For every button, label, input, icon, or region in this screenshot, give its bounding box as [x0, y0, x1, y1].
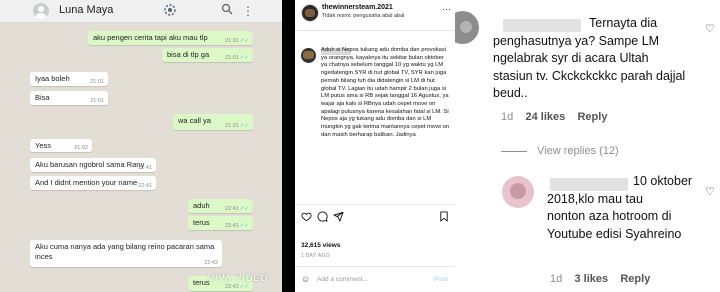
post-actions	[300, 211, 450, 223]
post-views[interactable]: 32,615 views	[301, 242, 340, 249]
share-icon[interactable]	[333, 211, 344, 226]
message-out[interactable]: terus 22:41✓✓	[188, 216, 253, 230]
view-replies-button[interactable]: View replies (12)	[501, 145, 619, 157]
post-comment-button[interactable]: Post	[434, 276, 448, 283]
commenter-avatar[interactable]	[502, 176, 534, 208]
message-in[interactable]: Aku barusan ngobrol sama Rany 22:41	[30, 158, 156, 172]
post-subtitle: Tidak resmi: pengusaha abal abal	[322, 13, 405, 19]
message-out[interactable]: aduh 22:41✓✓	[188, 199, 253, 213]
post-sidebar: thewinnersteam.2021 Tidak resmi: pengusa…	[295, 0, 455, 292]
viva-video-watermark: VIVA.VIDEO	[208, 273, 269, 283]
caption-avatar[interactable]	[301, 48, 316, 63]
heart-icon[interactable]: ♡	[705, 185, 715, 198]
message-in[interactable]: Bisa 21:01	[30, 91, 108, 105]
comments-panel: Ternayta dia penghasutnya ya? Sampe LM n…	[455, 0, 720, 292]
status-icon[interactable]	[162, 3, 178, 19]
comment-meta: 1d 24 likes Reply	[501, 111, 608, 123]
message-out[interactable]: wa call ya 21:01✓✓	[173, 114, 253, 130]
commenter-avatar[interactable]	[455, 11, 479, 44]
comment-text: 10 oktober 2018,klo mau tau nonton aza h…	[547, 174, 693, 241]
chat-header: Luna Maya ⋮	[0, 0, 282, 23]
post-time: 1 DAY AGO	[301, 253, 330, 259]
profile-avatar[interactable]	[301, 4, 319, 22]
message-out[interactable]: bisa di tlp ga 21:01✓✓	[162, 48, 253, 62]
instagram-post-panel: thewinnersteam.2021 Tidak resmi: pengusa…	[282, 0, 455, 292]
comment-text: Ternayta dia penghasutnya ya? Sampe LM n…	[493, 16, 686, 100]
search-icon[interactable]	[219, 3, 235, 19]
menu-icon[interactable]: ⋮	[240, 3, 256, 19]
comment-likes[interactable]: 3 likes	[574, 273, 608, 285]
more-options-icon[interactable]: ···	[442, 4, 451, 14]
message-in[interactable]: And I didnt mention your name 22:41	[30, 176, 156, 190]
heart-icon[interactable]	[301, 211, 312, 226]
heart-icon[interactable]: ♡	[705, 22, 715, 35]
comment-likes[interactable]: 24 likes	[525, 111, 565, 123]
comment-meta: 1d 3 likes Reply	[550, 273, 651, 285]
dark-margin	[282, 0, 295, 292]
contact-name[interactable]: Luna Maya	[59, 4, 113, 16]
message-in[interactable]: Aku cuma nanya ada yang bilang reino pac…	[30, 240, 222, 267]
bookmark-icon[interactable]	[439, 211, 449, 226]
contact-avatar[interactable]	[33, 3, 49, 19]
message-in[interactable]: Iyaa boleh 21:01	[30, 72, 108, 86]
emoji-icon[interactable]: ☺	[301, 274, 310, 284]
message-in[interactable]: Yess 21:02	[30, 139, 92, 152]
whatsapp-chat-panel: Luna Maya ⋮ aku pengen cerita tapi aku m…	[0, 0, 282, 292]
add-comment-input[interactable]: Add a comment...	[317, 276, 368, 283]
message-out[interactable]: aku pengen cerita tapi aku mau tlp 21:01…	[88, 31, 253, 45]
post-username[interactable]: thewinnersteam.2021	[322, 4, 393, 11]
comment-icon[interactable]	[317, 211, 328, 226]
post-caption: Aduh si Nepos tukang adu domba dan provo…	[321, 47, 451, 138]
reply-button[interactable]: Reply	[577, 111, 607, 123]
reply-button[interactable]: Reply	[620, 273, 650, 285]
